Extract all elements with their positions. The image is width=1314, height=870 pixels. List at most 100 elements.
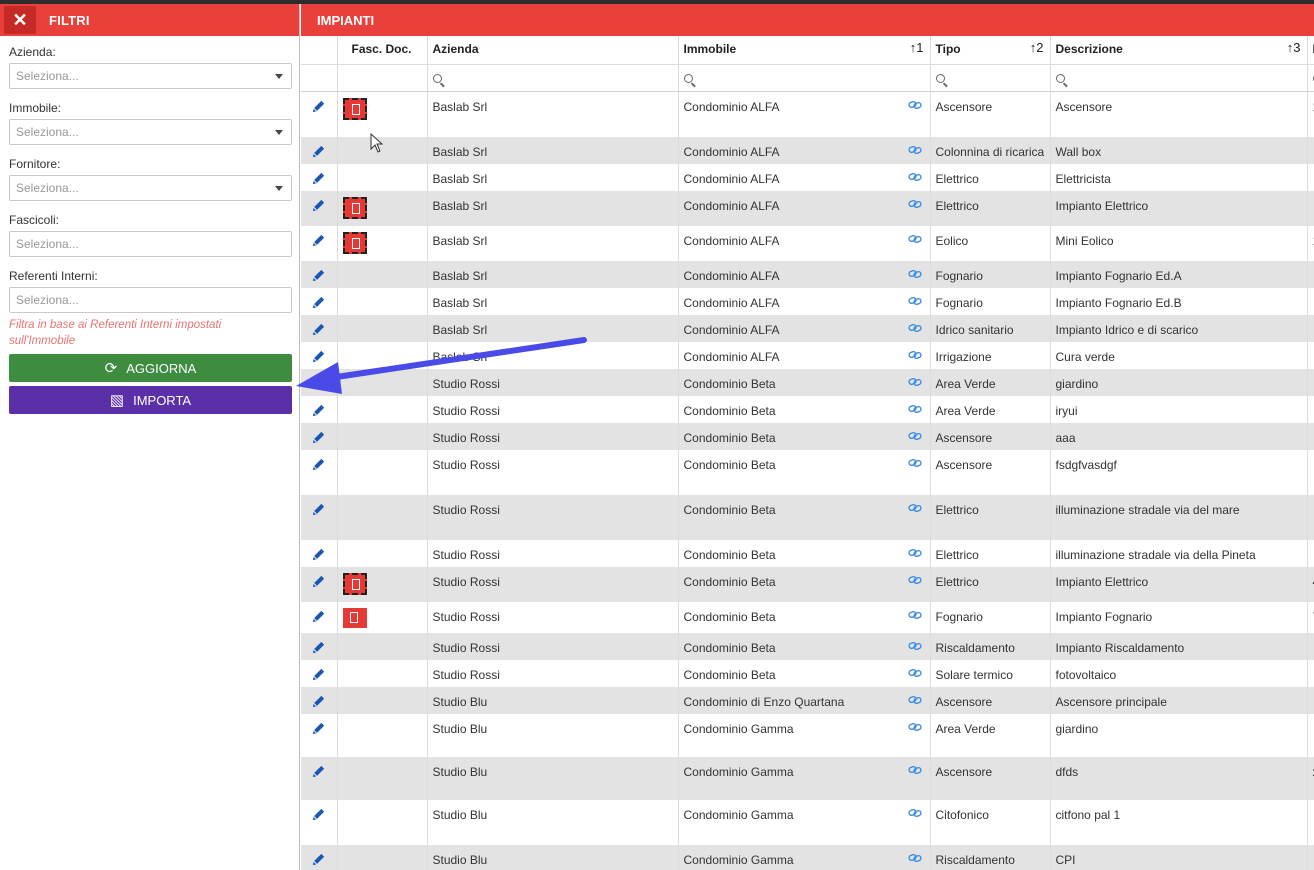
link-icon[interactable] (907, 233, 922, 247)
link-icon[interactable] (907, 349, 922, 363)
link-icon[interactable] (907, 852, 922, 866)
link-icon[interactable] (907, 721, 922, 735)
column-filter-cell[interactable] (678, 64, 931, 92)
table-row[interactable]: Baslab Srl Condominio ALFA Eolico Mini Eoli… (301, 226, 1314, 261)
table-row[interactable]: Baslab Srl Condominio ALFA Elettrico Impian… (301, 191, 1314, 226)
column-header[interactable]: Immobile ↑1 (678, 36, 931, 65)
table-row[interactable]: Studio Rossi Condominio Beta Area Verde gia… (301, 369, 1314, 396)
table-row[interactable]: Studio Blu Condominio Gamma Area Verde giar… (301, 714, 1314, 757)
pencil-icon[interactable] (311, 808, 326, 826)
aggiorna-button[interactable]: ⟳ AGGIORNA (9, 354, 292, 382)
link-icon[interactable] (907, 547, 922, 561)
column-filter-cell[interactable] (1307, 64, 1314, 92)
pencil-icon[interactable] (311, 610, 326, 628)
table-row[interactable]: Baslab Srl Condominio ALFA Ascensore Ascens… (301, 91, 1314, 137)
filter-select[interactable]: Seleziona... (9, 287, 292, 313)
pencil-icon[interactable] (311, 145, 326, 163)
pencil-icon[interactable] (311, 458, 326, 476)
column-header[interactable]: Tipo ↑2 (930, 36, 1051, 65)
column-header[interactable]: Azienda (427, 36, 679, 65)
pencil-icon[interactable] (311, 853, 326, 870)
chevron-down-icon[interactable] (275, 74, 283, 79)
pencil-icon[interactable] (311, 100, 326, 118)
table-row[interactable]: Studio Rossi Condominio Beta Elettrico illu… (301, 495, 1314, 540)
document-folder-icon[interactable] (342, 232, 367, 254)
link-icon[interactable] (907, 295, 922, 309)
pencil-icon[interactable] (311, 234, 326, 252)
link-icon[interactable] (907, 268, 922, 282)
document-folder-icon[interactable] (342, 573, 367, 595)
pencil-icon[interactable] (311, 641, 326, 659)
table-row[interactable]: Studio Rossi Condominio Beta Riscaldamento… (301, 633, 1314, 660)
pencil-icon[interactable] (311, 722, 326, 740)
table-row[interactable]: Studio Rossi Condominio Beta Elettrico Impi… (301, 567, 1314, 602)
link-icon[interactable] (907, 171, 922, 185)
pencil-icon[interactable] (311, 172, 326, 190)
link-icon[interactable] (907, 694, 922, 708)
column-filter-cell[interactable] (930, 64, 1051, 92)
table-row[interactable]: Studio Rossi Condominio Beta Elettrico illu… (301, 540, 1314, 567)
table-row[interactable]: Studio Rossi Condominio Beta Ascensore aaa (301, 423, 1314, 450)
document-folder-icon[interactable] (342, 608, 367, 628)
table-row[interactable]: Baslab Srl Condominio ALFA Fognario Impiant… (301, 261, 1314, 288)
search-icon[interactable] (935, 73, 945, 83)
importa-button[interactable]: ▧ IMPORTA (9, 386, 292, 414)
link-icon[interactable] (907, 144, 922, 158)
search-icon[interactable] (432, 73, 442, 83)
filter-select[interactable]: Seleziona... (9, 231, 292, 257)
pencil-icon[interactable] (311, 199, 326, 217)
chevron-down-icon[interactable] (275, 186, 283, 191)
table-row[interactable]: Baslab Srl Condominio ALFA Idrico sanitari… (301, 315, 1314, 342)
document-folder-icon[interactable] (342, 97, 367, 120)
chevron-down-icon[interactable] (275, 130, 283, 135)
pencil-icon[interactable] (311, 269, 326, 287)
pencil-icon[interactable] (311, 548, 326, 566)
column-header[interactable]: Descrizione ↑3 (1050, 36, 1308, 65)
search-icon[interactable] (1055, 73, 1065, 83)
link-icon[interactable] (907, 430, 922, 444)
table-row[interactable]: Studio Rossi Condominio Beta Fognario Impia… (301, 602, 1314, 633)
pencil-icon[interactable] (311, 765, 326, 783)
pencil-icon[interactable] (311, 323, 326, 341)
table-row[interactable]: Baslab Srl Condominio ALFA Colonnina di ri… (301, 137, 1314, 164)
table-row[interactable]: Studio Blu Condominio Gamma Riscaldamento C… (301, 845, 1314, 870)
link-icon[interactable] (907, 322, 922, 336)
link-icon[interactable] (907, 403, 922, 417)
pencil-icon[interactable] (311, 431, 326, 449)
table-row[interactable]: Baslab Srl Condominio ALFA Elettrico Elettr… (301, 164, 1314, 191)
column-header[interactable] (301, 36, 338, 65)
link-icon[interactable] (907, 609, 922, 623)
filter-select[interactable]: Seleziona... (9, 63, 292, 89)
link-icon[interactable] (907, 198, 922, 212)
link-icon[interactable] (907, 99, 922, 113)
table-row[interactable]: Studio Blu Condominio Gamma Ascensoredfdsx (301, 757, 1314, 800)
pencil-icon[interactable] (311, 296, 326, 314)
table-row[interactable]: Baslab Srl Condominio ALFA Irrigazione Cura… (301, 342, 1314, 369)
table-row[interactable]: Studio Rossi Condominio Beta Ascensore fsdg… (301, 450, 1314, 495)
pencil-icon[interactable] (311, 695, 326, 713)
search-icon[interactable] (683, 73, 693, 83)
pencil-icon[interactable] (311, 668, 326, 686)
pencil-icon[interactable] (311, 503, 326, 521)
table-row[interactable]: Studio Rossi Condominio Beta Solare termic… (301, 660, 1314, 687)
link-icon[interactable] (907, 640, 922, 654)
document-folder-icon[interactable] (342, 197, 367, 219)
link-icon[interactable] (907, 574, 922, 588)
link-icon[interactable] (907, 457, 922, 471)
filter-select[interactable]: Seleziona... (9, 175, 292, 201)
link-icon[interactable] (907, 502, 922, 516)
link-icon[interactable] (907, 807, 922, 821)
table-row[interactable]: Studio Blu Condominio di Enzo Quartana Asc… (301, 687, 1314, 714)
column-header[interactable]: Fasc. Doc. (337, 36, 428, 65)
column-filter-cell[interactable] (1050, 64, 1308, 92)
link-icon[interactable] (907, 667, 922, 681)
table-row[interactable]: Baslab Srl Condominio ALFA Fognario Impiant… (301, 288, 1314, 315)
column-filter-cell[interactable] (427, 64, 679, 92)
pencil-icon[interactable] (311, 377, 326, 395)
pencil-icon[interactable] (311, 350, 326, 368)
pencil-icon[interactable] (311, 404, 326, 422)
pencil-icon[interactable] (311, 575, 326, 593)
link-icon[interactable] (907, 376, 922, 390)
table-row[interactable]: Studio Blu Condominio Gamma Citofonico citf… (301, 800, 1314, 845)
table-row[interactable]: Studio Rossi Condominio Beta Area Verde iry… (301, 396, 1314, 423)
